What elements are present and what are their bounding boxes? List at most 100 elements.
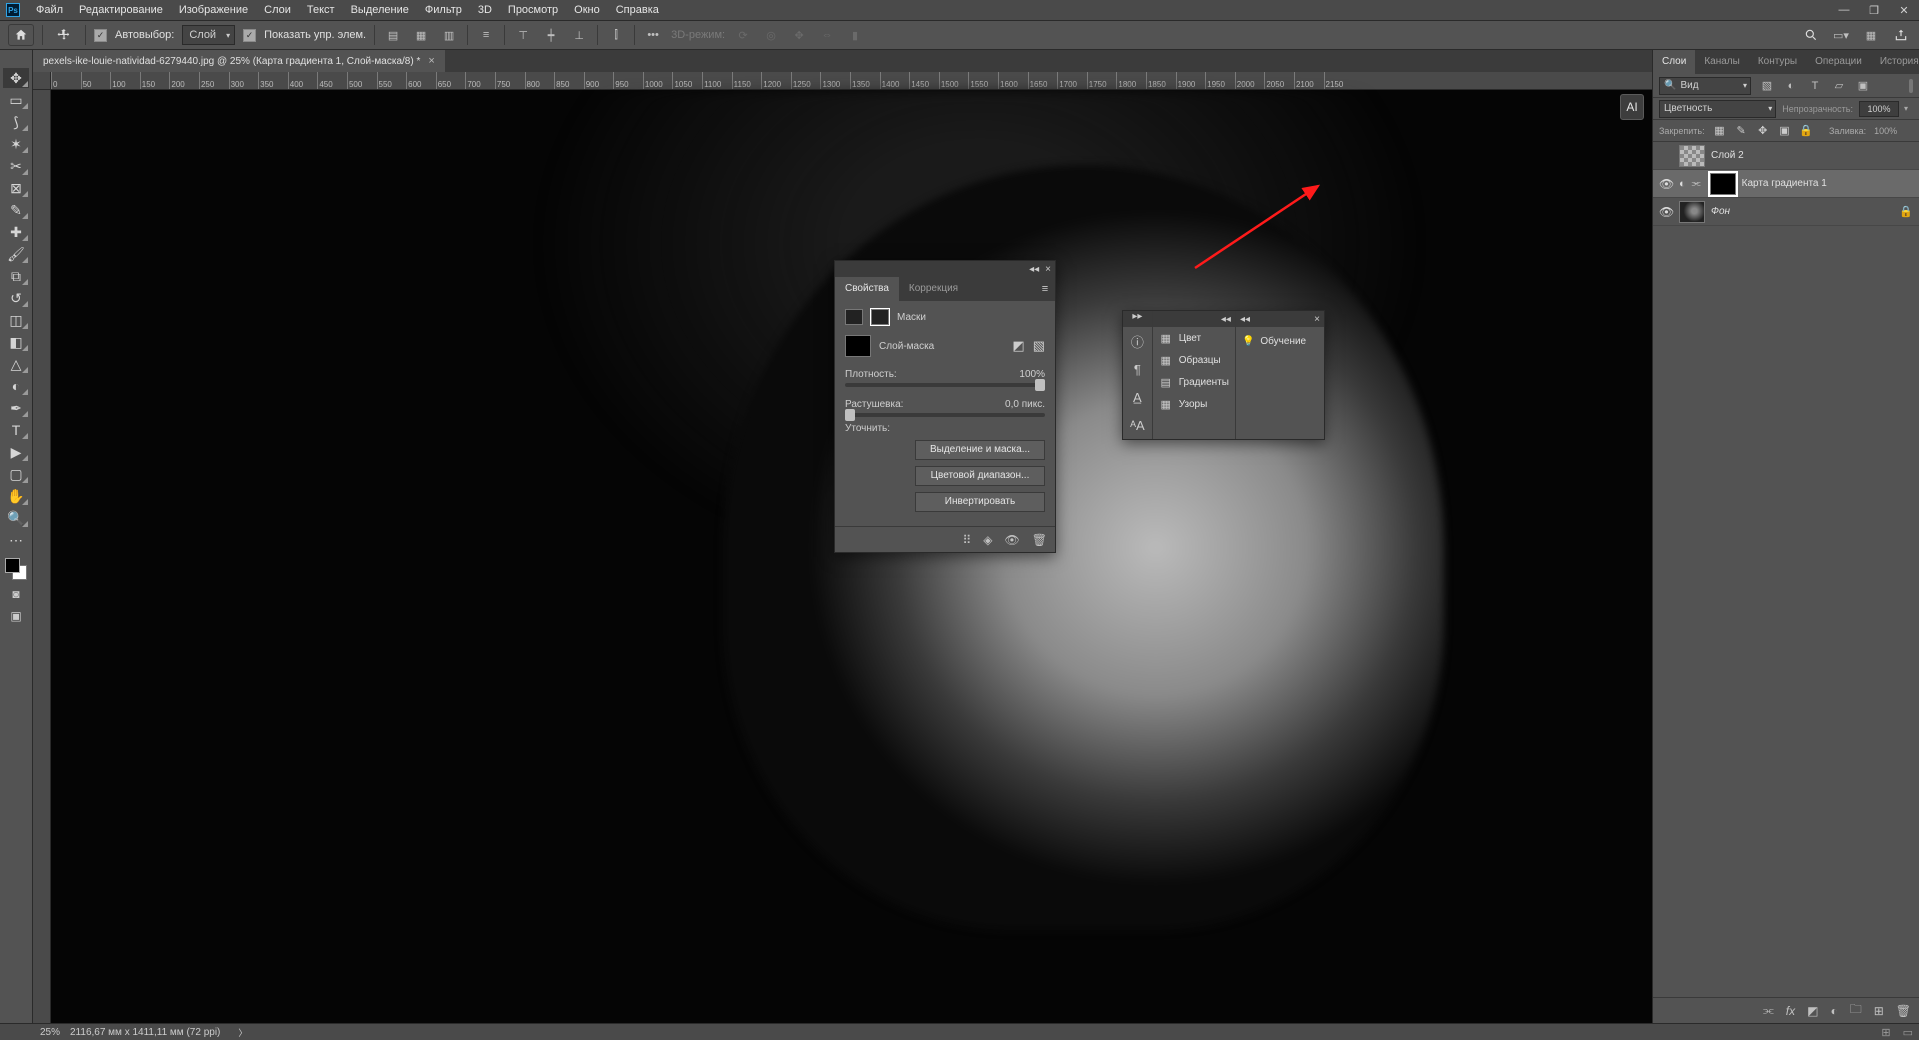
- document-tab-close[interactable]: ×: [428, 55, 434, 67]
- distribute-v-icon[interactable]: ⫿: [606, 25, 626, 45]
- tab-adjustments[interactable]: Коррекция: [899, 277, 968, 301]
- more-align-icon[interactable]: •••: [643, 25, 663, 45]
- delete-mask-icon[interactable]: 🗑: [1032, 533, 1047, 547]
- menu-image[interactable]: Изображение: [171, 0, 256, 20]
- screen-mode-toggle[interactable]: ▣: [6, 608, 26, 624]
- search-button[interactable]: [1801, 25, 1821, 45]
- filter-shape-icon[interactable]: ▱: [1831, 78, 1847, 94]
- timeline-icon[interactable]: ⊞: [1881, 1026, 1890, 1039]
- apply-mask-icon[interactable]: ◈: [983, 533, 992, 547]
- menu-layers[interactable]: Слои: [256, 0, 299, 20]
- layer-thumbnail[interactable]: [1679, 201, 1705, 223]
- align-top-icon[interactable]: ⊤: [513, 25, 533, 45]
- paragraph-panel-icon[interactable]: ¶: [1123, 355, 1152, 383]
- dodge-tool[interactable]: ◐: [3, 376, 29, 396]
- add-adjustment-button[interactable]: ◐: [1830, 1004, 1837, 1018]
- panel-collapse-icon[interactable]: ◂◂: [1029, 264, 1039, 275]
- tab-layers[interactable]: Слои: [1653, 50, 1695, 74]
- menu-3d[interactable]: 3D: [470, 0, 500, 20]
- filter-toggle[interactable]: [1909, 79, 1913, 93]
- lock-transparent-icon[interactable]: ▦: [1713, 124, 1727, 137]
- brush-tool[interactable]: 🖌: [3, 244, 29, 264]
- align-center-h-icon[interactable]: ▦: [411, 25, 431, 45]
- blend-mode-dropdown[interactable]: Цветность: [1659, 100, 1776, 118]
- new-group-button[interactable]: 🗀: [1850, 1000, 1862, 1021]
- layer-row[interactable]: 👁 ◐ ⫘ Карта градиента 1: [1653, 170, 1919, 198]
- info-panel-icon[interactable]: ⓘ: [1123, 327, 1152, 355]
- layer-row[interactable]: 👁 Фон 🔒: [1653, 198, 1919, 226]
- menu-view[interactable]: Просмотр: [500, 0, 566, 20]
- panel-expand-icon[interactable]: ▸▸: [1132, 311, 1142, 322]
- layer-name[interactable]: Слой 2: [1711, 150, 1744, 161]
- arrange-docs-icon[interactable]: ▦: [1861, 25, 1881, 45]
- ruler-origin[interactable]: [33, 72, 51, 90]
- document-info[interactable]: 2116,67 мм x 1411,11 мм (72 ppi): [70, 1027, 220, 1038]
- panel-collapse-icon[interactable]: ◂◂: [1221, 314, 1231, 325]
- horizontal-ruler[interactable]: 0501001502002503003504004505005506006507…: [51, 72, 1652, 90]
- tab-history[interactable]: История: [1871, 50, 1919, 74]
- lock-all-icon[interactable]: 🔒: [1799, 124, 1813, 137]
- layer-thumbnail[interactable]: [1679, 145, 1705, 167]
- tab-channels[interactable]: Каналы: [1695, 50, 1749, 74]
- add-vector-mask-icon[interactable]: ▧: [1033, 338, 1045, 354]
- align-center-v-icon[interactable]: ┿: [541, 25, 561, 45]
- character-panel-icon[interactable]: A̲: [1123, 383, 1152, 411]
- panel-collapse-icon[interactable]: ◂◂: [1240, 314, 1250, 325]
- layer-name[interactable]: Карта градиента 1: [1742, 178, 1827, 189]
- invert-button[interactable]: Инвертировать: [915, 492, 1045, 512]
- layer-fx-button[interactable]: fx: [1786, 1004, 1795, 1018]
- glyphs-panel-icon[interactable]: ᴬA: [1123, 411, 1152, 439]
- history-brush-tool[interactable]: ↺: [3, 288, 29, 308]
- window-close[interactable]: ✕: [1889, 0, 1919, 20]
- fill-field[interactable]: 100%: [1874, 126, 1897, 136]
- panel-patterns[interactable]: ▦Узоры: [1153, 393, 1235, 415]
- window-maximize[interactable]: ❐: [1859, 0, 1889, 20]
- marquee-tool[interactable]: ▭: [3, 90, 29, 110]
- layer-mask-thumbnail[interactable]: [1710, 173, 1736, 195]
- zoom-field[interactable]: 25%: [40, 1027, 60, 1038]
- panel-close-icon[interactable]: ×: [1045, 264, 1051, 275]
- healing-tool[interactable]: ✚: [3, 222, 29, 242]
- delete-layer-button[interactable]: 🗑: [1896, 1004, 1911, 1018]
- auto-select-checkbox[interactable]: ✓: [94, 29, 107, 42]
- home-button[interactable]: [8, 24, 34, 46]
- panel-learn[interactable]: 💡Обучение: [1236, 327, 1324, 355]
- lock-icon[interactable]: 🔒: [1899, 205, 1913, 218]
- feather-value[interactable]: 0,0 пикс.: [1005, 399, 1045, 410]
- zoom-tool[interactable]: 🔍: [3, 508, 29, 528]
- pixel-mask-mode[interactable]: [845, 309, 863, 325]
- lasso-tool[interactable]: ⟆: [3, 112, 29, 132]
- panel-color[interactable]: ▦Цвет: [1153, 327, 1235, 349]
- select-and-mask-button[interactable]: Выделение и маска...: [915, 440, 1045, 460]
- align-right-icon[interactable]: ▥: [439, 25, 459, 45]
- feather-slider[interactable]: [845, 413, 1045, 417]
- tab-actions[interactable]: Операции: [1806, 50, 1871, 74]
- pen-tool[interactable]: ✒: [3, 398, 29, 418]
- type-tool[interactable]: T: [3, 420, 29, 440]
- hand-tool[interactable]: ✋: [3, 486, 29, 506]
- visibility-toggle[interactable]: [1659, 149, 1673, 163]
- clone-stamp-tool[interactable]: ⧉: [3, 266, 29, 286]
- quick-select-tool[interactable]: ✶: [3, 134, 29, 154]
- align-bottom-icon[interactable]: ⊥: [569, 25, 589, 45]
- load-selection-icon[interactable]: ⠿: [963, 533, 972, 547]
- frame-tool[interactable]: ⊠: [3, 178, 29, 198]
- auto-select-target-dropdown[interactable]: Слой: [182, 25, 235, 45]
- visibility-toggle[interactable]: 👁: [1659, 205, 1673, 219]
- shape-tool[interactable]: ▢: [3, 464, 29, 484]
- filter-pixel-icon[interactable]: ▧: [1759, 78, 1775, 94]
- mask-thumbnail[interactable]: [845, 335, 871, 357]
- menu-select[interactable]: Выделение: [343, 0, 417, 20]
- panel-gradients[interactable]: ▤Градиенты: [1153, 371, 1235, 393]
- menu-text[interactable]: Текст: [299, 0, 343, 20]
- panel-menu-button[interactable]: ≡: [1035, 283, 1055, 295]
- edit-toolbar[interactable]: ⋯: [3, 530, 29, 550]
- lock-pixels-icon[interactable]: ✎: [1734, 124, 1748, 137]
- layer-row[interactable]: Слой 2: [1653, 142, 1919, 170]
- document-tab[interactable]: pexels-ike-louie-natividad-6279440.jpg @…: [33, 50, 445, 72]
- current-tool-indicator[interactable]: [51, 24, 77, 46]
- lock-artboard-icon[interactable]: ▣: [1778, 124, 1792, 137]
- visibility-toggle[interactable]: 👁: [1659, 177, 1673, 191]
- gradient-tool[interactable]: ◧: [3, 332, 29, 352]
- doc-info-menu[interactable]: 〉: [238, 1026, 247, 1039]
